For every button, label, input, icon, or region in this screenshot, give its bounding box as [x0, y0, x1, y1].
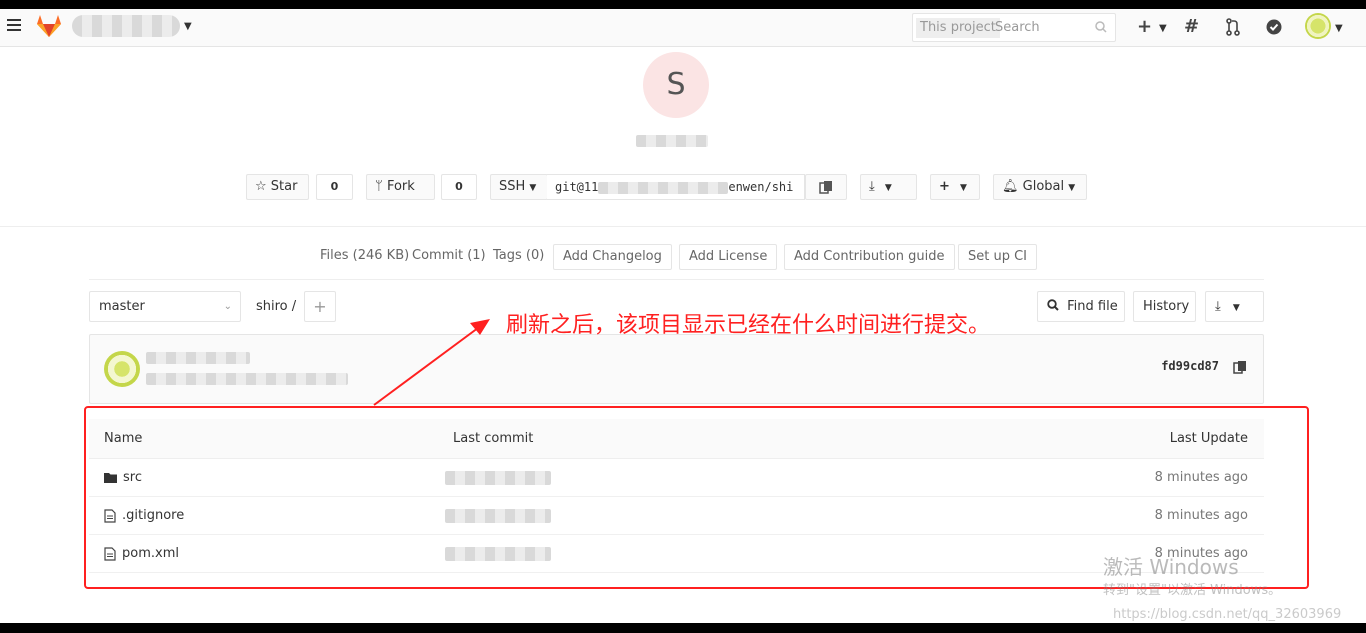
windows-activation-watermark: 激活 Windows — [1103, 555, 1239, 579]
blog-url-watermark: https://blog.csdn.net/qq_32603969 — [1113, 607, 1342, 622]
annotation-text: 刷新之后，该项目显示已经在什么时间进行提交。 — [506, 313, 991, 338]
windows-activation-hint: 转到"设置"以激活 Windows。 — [1103, 583, 1282, 598]
browser-frame: ▼ This project Search + ▼ # ▼ S ☆ Star 0… — [0, 9, 1366, 623]
screen-bottom-edge — [0, 623, 1366, 633]
